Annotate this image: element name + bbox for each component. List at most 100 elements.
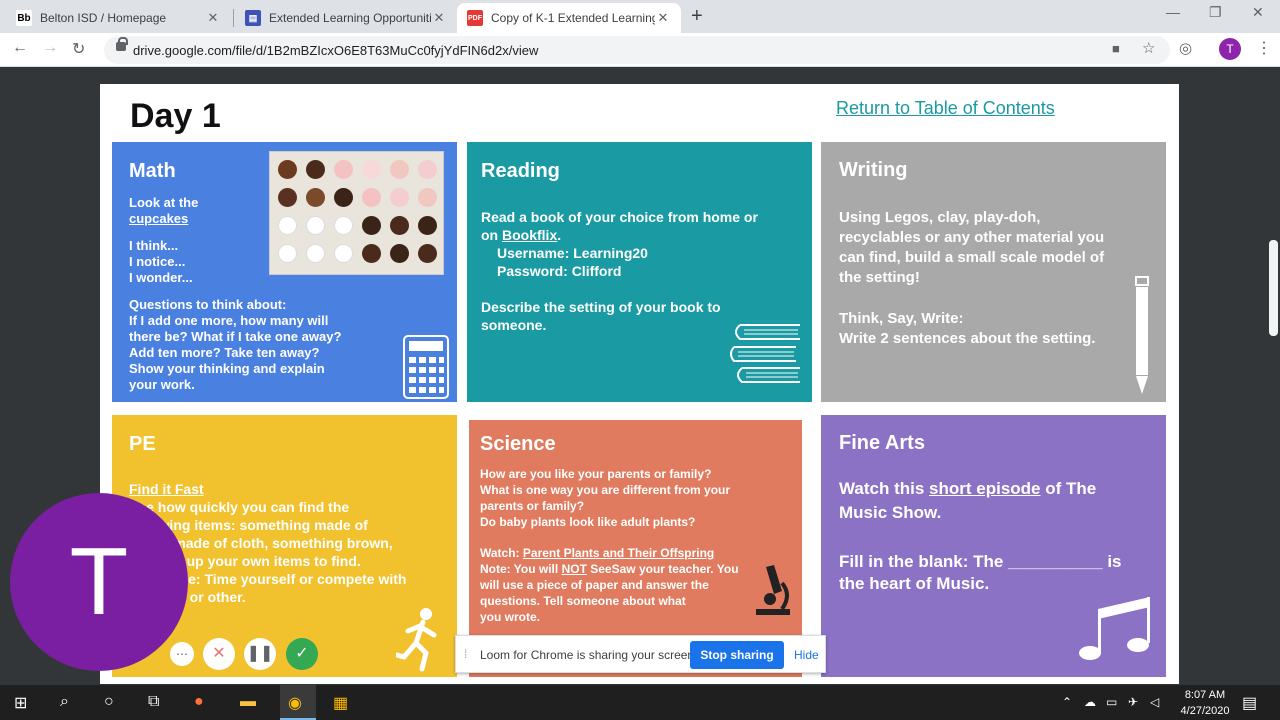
card-text: the setting!: [839, 269, 920, 286]
store-icon[interactable]: ▦: [333, 693, 348, 713]
card-text: Read a book of your choice from home or: [481, 209, 758, 225]
network-icon[interactable]: ✈: [1128, 695, 1138, 709]
card-text: Describe the setting of your book to: [481, 299, 721, 315]
card-title: Reading: [481, 160, 560, 182]
windows-start-icon[interactable]: ⊞: [14, 693, 27, 713]
tab-strip: Bb Belton ISD / Homepage ✕ ▤ Extended Le…: [0, 0, 1280, 33]
microscope-icon: [756, 565, 790, 615]
close-window-icon[interactable]: ✕: [1252, 4, 1264, 21]
forms-icon: ▤: [245, 10, 261, 26]
clock[interactable]: 8:07 AM 4/27/2020: [1175, 687, 1235, 719]
card-text: Watch this: [839, 479, 930, 498]
calculator-icon: [403, 335, 449, 399]
firefox-icon[interactable]: ●: [194, 693, 204, 711]
short-episode-link[interactable]: short episode: [929, 479, 1040, 498]
card-text: you wrote.: [480, 610, 541, 624]
tab-title: Extended Learning Opportunities: [269, 11, 431, 25]
notifications-icon[interactable]: ▤: [1242, 693, 1257, 713]
card-text: I think...: [129, 238, 179, 253]
books-icon: [730, 324, 800, 383]
cupcakes-link[interactable]: cupcakes: [129, 211, 188, 227]
pause-button[interactable]: ❚❚: [244, 638, 276, 670]
fine-arts-card: Fine Arts Watch this short episode of Th…: [821, 415, 1166, 677]
card-text: Questions to think about:: [129, 297, 287, 312]
card-text: Note: You will: [480, 562, 562, 576]
card-text: Think, Say, Write:: [839, 310, 964, 327]
tab-divider: [233, 9, 234, 27]
menu-icon[interactable]: ⋮: [1256, 38, 1272, 58]
chevron-up-icon[interactable]: ⌃: [1062, 695, 1072, 709]
back-icon[interactable]: ←: [12, 39, 28, 57]
card-text: Add ten more? Take ten away?: [129, 345, 320, 360]
card-text: parents or family?: [480, 499, 585, 513]
card-text: Music Show.: [839, 503, 942, 522]
loom-camera-bubble[interactable]: T: [10, 493, 188, 671]
close-icon[interactable]: ✕: [431, 10, 447, 26]
card-text: SeeSaw your teacher. You: [586, 562, 739, 576]
close-icon[interactable]: ✕: [205, 10, 221, 26]
page-title: Day 1: [130, 97, 221, 135]
card-text: Fill in the blank: The __________ is: [839, 552, 1122, 571]
pdf-icon: PDF: [467, 10, 483, 26]
toc-link[interactable]: Return to Table of Contents: [836, 98, 1055, 119]
music-note-icon: [1079, 597, 1150, 660]
restore-icon[interactable]: ❐: [1209, 4, 1222, 21]
tab-title: Copy of K-1 Extended Learning Opp: [491, 11, 655, 25]
scrollbar[interactable]: [1269, 240, 1278, 336]
profile-avatar[interactable]: T: [1219, 38, 1241, 60]
onedrive-icon[interactable]: ☁: [1084, 695, 1096, 709]
stop-sharing-button[interactable]: Stop sharing: [690, 641, 784, 669]
volume-icon[interactable]: ◁: [1150, 695, 1159, 709]
search-icon[interactable]: ⌕: [60, 693, 69, 711]
blackboard-icon: Bb: [16, 10, 32, 26]
url-text[interactable]: drive.google.com/file/d/1B2mBZIcxO6E8T63…: [133, 43, 538, 58]
finish-recording-button[interactable]: ✓: [286, 638, 318, 670]
reload-icon[interactable]: ↻: [72, 39, 85, 59]
clock-time: 8:07 AM: [1184, 689, 1226, 701]
taskbar: ⊞ ⌕ ○ ⧉ ● ▬ ◉ ▦ ⌃ ☁ ▭ ✈ ◁ 8:07 AM 4/27/2…: [0, 685, 1280, 720]
runner-icon: [396, 608, 437, 672]
bookflix-link[interactable]: Bookflix: [502, 227, 557, 243]
camera-icon[interactable]: ■: [1112, 41, 1120, 56]
cancel-recording-button[interactable]: ✕: [203, 638, 235, 670]
new-tab-button[interactable]: +: [691, 5, 703, 28]
extension-icon[interactable]: ◎: [1179, 39, 1192, 57]
file-explorer-icon[interactable]: ▬: [240, 693, 256, 711]
card-text: the heart of Music.: [839, 574, 990, 593]
find-it-fast-link[interactable]: Find it Fast: [129, 481, 204, 497]
more-options-button[interactable]: ⋯: [170, 642, 194, 666]
password-text: Password: Clifford: [497, 263, 622, 279]
tab-copy-k1[interactable]: PDF Copy of K-1 Extended Learning Opp ✕: [457, 3, 681, 33]
cortana-icon[interactable]: ○: [104, 693, 114, 711]
task-view-icon[interactable]: ⧉: [148, 693, 159, 711]
hide-button[interactable]: Hide: [794, 648, 819, 662]
card-title: Science: [480, 433, 556, 455]
forward-icon[interactable]: →: [42, 39, 58, 57]
close-icon[interactable]: ✕: [655, 10, 671, 26]
card-text: recyclables or any other material you: [839, 229, 1105, 246]
card-title: Math: [129, 160, 176, 182]
username-text: Username: Learning20: [497, 245, 648, 261]
star-icon[interactable]: ☆: [1142, 39, 1155, 57]
card-text: Using Legos, clay, play-doh,: [839, 209, 1041, 226]
minimize-icon[interactable]: —: [1166, 4, 1180, 20]
tab-belton-homepage[interactable]: Bb Belton ISD / Homepage ✕: [6, 3, 231, 33]
share-message: Loom for Chrome is sharing your screen.: [480, 648, 698, 662]
chrome-icon[interactable]: ◉: [288, 693, 302, 713]
drag-handle-icon[interactable]: ⁞: [464, 647, 467, 661]
parent-plants-link[interactable]: Parent Plants and Their Offspring: [523, 546, 714, 560]
card-text: can find, build a small scale model of: [839, 249, 1105, 266]
tab-extended-learning[interactable]: ▤ Extended Learning Opportunities ✕: [235, 3, 457, 33]
card-text: Do baby plants look like adult plants?: [480, 515, 696, 529]
card-title: Fine Arts: [839, 432, 925, 454]
card-text: I wonder...: [129, 270, 193, 285]
clock-date: 4/27/2020: [1180, 705, 1230, 717]
address-bar[interactable]: drive.google.com/file/d/1B2mBZIcxO6E8T63…: [104, 36, 1170, 64]
card-text: Watch:: [480, 546, 523, 560]
card-title: Writing: [839, 159, 908, 181]
card-text: on: [481, 227, 502, 243]
lock-icon: [116, 37, 128, 51]
card-text: Write 2 sentences about the setting.: [839, 330, 1096, 347]
battery-icon[interactable]: ▭: [1106, 695, 1117, 709]
card-text: NOT: [561, 562, 587, 576]
